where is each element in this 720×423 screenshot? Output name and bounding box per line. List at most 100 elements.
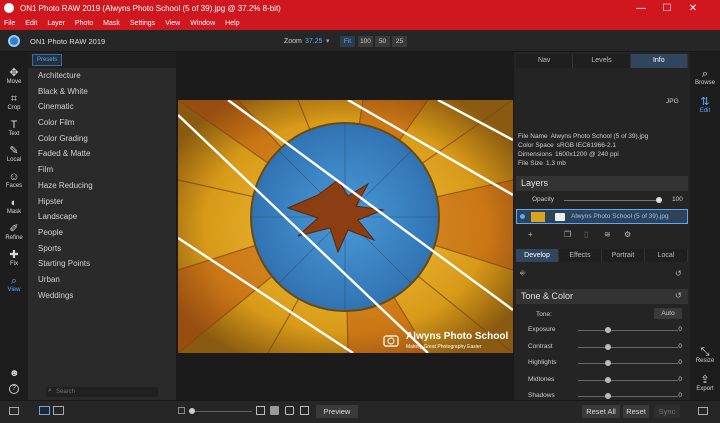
tool-refine[interactable]: ✐ Refine [0, 223, 28, 241]
slider-track[interactable] [578, 379, 678, 381]
tab-nav[interactable]: Nav [516, 54, 574, 68]
layer-visibility-icon[interactable] [520, 214, 525, 219]
preset-item[interactable]: Weddings [28, 288, 176, 304]
menu-window[interactable]: Window [190, 20, 215, 27]
compare-view-icon[interactable] [53, 406, 64, 415]
module-edit[interactable]: ⇅ Edit [690, 96, 720, 114]
mask-view-icon[interactable] [285, 406, 294, 415]
preview-button[interactable]: Preview [316, 405, 358, 418]
tab-info[interactable]: Info [630, 54, 688, 68]
module-export[interactable]: ⇪ Export [690, 374, 720, 392]
preset-item[interactable]: People [28, 225, 176, 241]
tone-reset-icon[interactable]: ↺ [675, 291, 682, 300]
preset-item[interactable]: Color Grading [28, 131, 176, 147]
auto-tone-button[interactable]: Auto [654, 308, 682, 319]
user-icon[interactable]: ☻ [9, 368, 20, 379]
slider-midtones[interactable]: Midtones 0 [518, 374, 688, 386]
preset-item[interactable]: Sports [28, 241, 176, 257]
tool-fix[interactable]: ✚ Fix [0, 249, 28, 267]
slider-value[interactable]: 0 [678, 359, 682, 366]
add-layer-icon[interactable]: + [528, 230, 533, 239]
slider-contrast[interactable]: Contrast 0 [518, 341, 688, 353]
tab-portrait[interactable]: Portrait [602, 249, 645, 262]
slider-value[interactable]: 0 [678, 343, 682, 350]
slider-track[interactable] [578, 396, 678, 397]
preset-item[interactable]: Urban [28, 272, 176, 288]
slider-value[interactable]: 0 [678, 376, 682, 383]
tab-local[interactable]: Local [645, 249, 688, 262]
menu-view[interactable]: View [165, 20, 180, 27]
preset-item[interactable]: Faded & Matte [28, 146, 176, 162]
slider-knob[interactable] [605, 360, 611, 366]
menu-layer[interactable]: Layer [47, 20, 65, 27]
slider-track[interactable] [578, 363, 678, 364]
preset-item[interactable]: Film [28, 162, 176, 178]
tone-color-header[interactable]: Tone & Color [516, 289, 688, 304]
presets-search-input[interactable]: Search [46, 387, 158, 397]
menu-help[interactable]: Help [225, 20, 239, 27]
slider-value[interactable]: 0 [678, 392, 682, 399]
preset-item[interactable]: Color Film [28, 115, 176, 131]
close-button[interactable]: ✕ [682, 0, 704, 17]
merge-layers-icon[interactable]: ≋ [604, 230, 611, 239]
opacity-slider-knob[interactable] [656, 197, 662, 203]
preset-item[interactable]: Starting Points [28, 256, 176, 272]
preset-item[interactable]: Cinematic [28, 99, 176, 115]
slider-knob[interactable] [605, 393, 611, 399]
toggle-left-panel-icon[interactable] [9, 407, 19, 415]
zoom-value[interactable]: 37.25 [305, 38, 323, 45]
slider-highlights[interactable]: Highlights 0 [518, 357, 688, 369]
menu-file[interactable]: File [4, 20, 15, 27]
zoom-out-icon[interactable] [178, 407, 185, 414]
tool-move[interactable]: ✥ Move [0, 67, 28, 85]
zoom-dropdown-icon[interactable]: ▾ [326, 37, 330, 45]
opacity-value[interactable]: 100 [672, 196, 683, 203]
module-resize[interactable]: ⤡ Resize [690, 346, 720, 364]
layer-row[interactable]: Alwyns Photo School (5 of 39).jpg [516, 209, 688, 224]
slider-knob[interactable] [605, 376, 611, 383]
tool-mask[interactable]: ◐ Mask [0, 197, 28, 215]
slider-track[interactable] [578, 330, 678, 331]
layer-settings-icon[interactable]: ⚙ [624, 230, 631, 239]
reset-button[interactable]: Reset [623, 405, 649, 418]
tool-faces[interactable]: ☺ Faces [0, 171, 28, 189]
balloon-photo[interactable]: Alwyns Photo School Making Great Photogr… [178, 100, 513, 353]
single-view-icon[interactable] [39, 406, 50, 415]
minimize-button[interactable]: — [630, 0, 652, 17]
opacity-slider[interactable] [564, 200, 659, 201]
menu-settings[interactable]: Settings [130, 20, 155, 27]
tab-levels[interactable]: Levels [573, 54, 631, 68]
zoom-slider[interactable] [190, 411, 252, 412]
zoom-25-button[interactable]: 25 [392, 36, 407, 47]
overlay-icon[interactable] [270, 406, 279, 415]
slider-value[interactable]: 0 [678, 326, 682, 333]
zoom-50-button[interactable]: 50 [375, 36, 390, 47]
sync-button[interactable]: Sync [654, 405, 680, 418]
zoom-slider-knob[interactable] [189, 408, 195, 414]
module-browse[interactable]: ⌕ Browse [690, 68, 720, 86]
toggle-right-panel-icon[interactable] [698, 407, 708, 415]
preset-item[interactable]: Hipster [28, 194, 176, 210]
tool-local[interactable]: ✎ Local [0, 145, 28, 163]
slider-knob[interactable] [605, 343, 611, 350]
preset-item[interactable]: Architecture [28, 68, 176, 84]
tool-view[interactable]: ⌕ View [0, 275, 28, 293]
help-icon[interactable]: ? [9, 384, 19, 394]
tool-text[interactable]: T Text [0, 119, 28, 137]
menu-photo[interactable]: Photo [75, 20, 93, 27]
tool-crop[interactable]: ⌗ Crop [0, 93, 28, 111]
maximize-button[interactable]: ☐ [656, 0, 678, 17]
preset-item[interactable]: Black & White [28, 84, 176, 100]
slider-exposure[interactable]: Exposure 0 [518, 324, 688, 336]
layer-mask-icon[interactable] [555, 213, 565, 221]
menu-mask[interactable]: Mask [103, 20, 120, 27]
layers-header[interactable]: Layers [516, 176, 688, 191]
preset-item[interactable]: Haze Reducing [28, 178, 176, 194]
develop-options-icon[interactable]: ⎆ [520, 270, 526, 278]
slider-track[interactable] [578, 346, 678, 348]
loupe-icon[interactable] [300, 406, 309, 415]
zoom-100-button[interactable]: 100 [358, 36, 373, 47]
duplicate-layer-icon[interactable]: ❐ [564, 230, 571, 239]
tab-develop[interactable]: Develop [516, 249, 559, 262]
tab-effects[interactable]: Effects [559, 249, 602, 262]
